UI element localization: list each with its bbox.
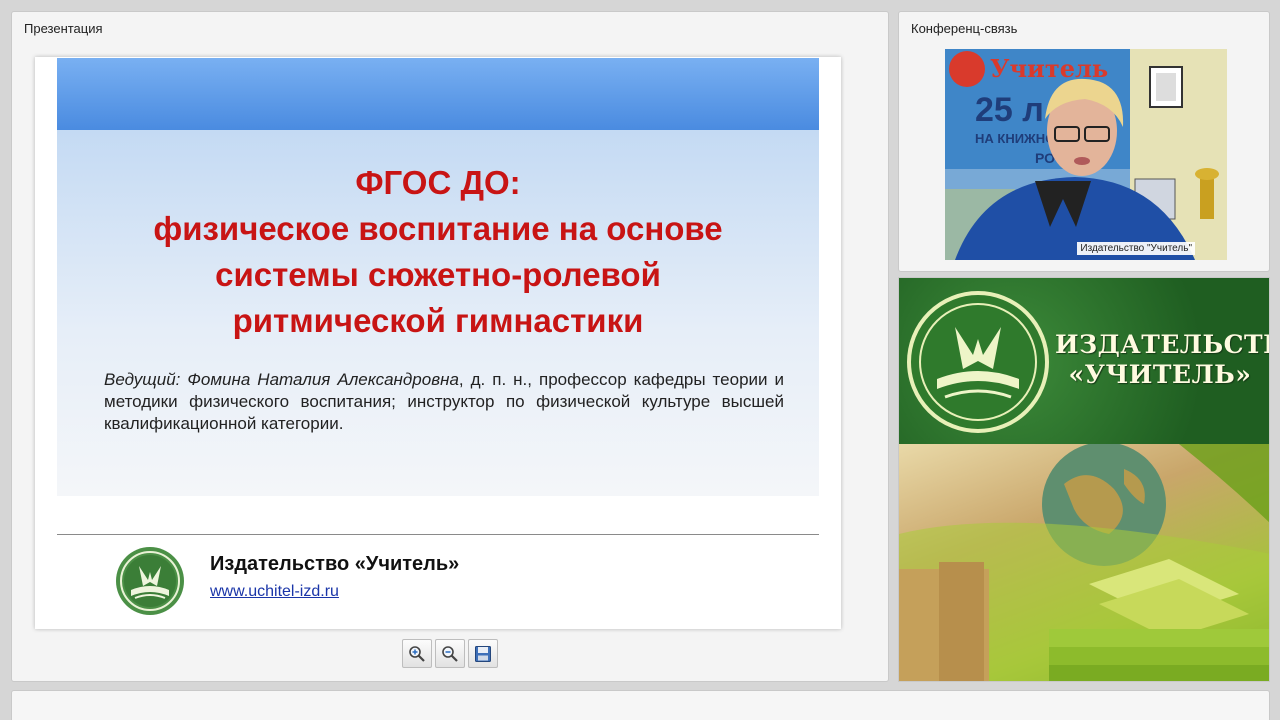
banner-green-area: ИЗДАТЕЛЬСТВО «УЧИТЕЛЬ» [899,278,1269,444]
banner-books-image [899,442,1269,681]
slide: ФГОС ДО: физическое воспитание на основе… [35,57,841,629]
poster-text: Учитель [990,54,1108,83]
conference-panel-title: Конференц-связь [911,21,1018,36]
save-button[interactable] [468,639,498,668]
slide-title-line: системы сюжетно-ролевой [215,256,661,293]
participant-label: Издательство "Учитель" [1077,242,1195,255]
banner-publisher-name: ИЗДАТЕЛЬСТВО «УЧИТЕЛЬ» [1055,330,1269,390]
poster-text: НА КНИЖНО [975,131,1055,146]
publisher-banner: ИЗДАТЕЛЬСТВО «УЧИТЕЛЬ» [898,277,1270,682]
slide-title-line: ФГОС ДО: [355,164,521,201]
presenter-description: Ведущий: Фомина Наталия Александровна, д… [104,369,784,435]
slide-title-line: ритмической гимнастики [232,302,644,339]
slide-title: ФГОС ДО: физическое воспитание на основе… [57,160,819,344]
bottom-panel [11,690,1270,720]
zoom-in-button[interactable] [402,639,432,668]
slide-divider [57,534,819,535]
zoom-out-button[interactable] [435,639,465,668]
publisher-link[interactable]: www.uchitel-izd.ru [210,583,339,601]
zoom-out-icon [442,645,458,662]
presenter-label: Ведущий: [104,370,181,389]
slide-toolbar [402,639,498,668]
slide-title-line: физическое воспитание на основе [153,210,723,247]
banner-line: ИЗДАТЕЛЬСТВО [1055,330,1269,359]
banner-line: «УЧИТЕЛЬ» [1068,360,1252,389]
presentation-panel: Презентация ФГОС ДО: физическое воспитан… [11,11,889,682]
video-feed[interactable]: Учитель 25 л НА КНИЖНО РО Издательство "… [945,49,1227,260]
poster-text: 25 л [975,91,1044,129]
zoom-in-icon [409,645,425,662]
webcam-image: Учитель 25 л НА КНИЖНО РО [945,49,1227,260]
conference-panel: Конференц-связь Учитель 25 л НА КНИЖНО Р… [898,11,1270,272]
presentation-panel-title: Презентация [24,21,103,36]
banner-logo-icon [907,291,1049,433]
publisher-logo-icon [116,547,184,615]
slide-header-band [57,58,819,130]
presenter-name: Фомина Наталия Александровна [187,370,459,389]
books-globe-image [899,442,1269,681]
floppy-disk-icon [475,645,491,662]
publisher-name: Издательство «Учитель» [210,553,460,575]
